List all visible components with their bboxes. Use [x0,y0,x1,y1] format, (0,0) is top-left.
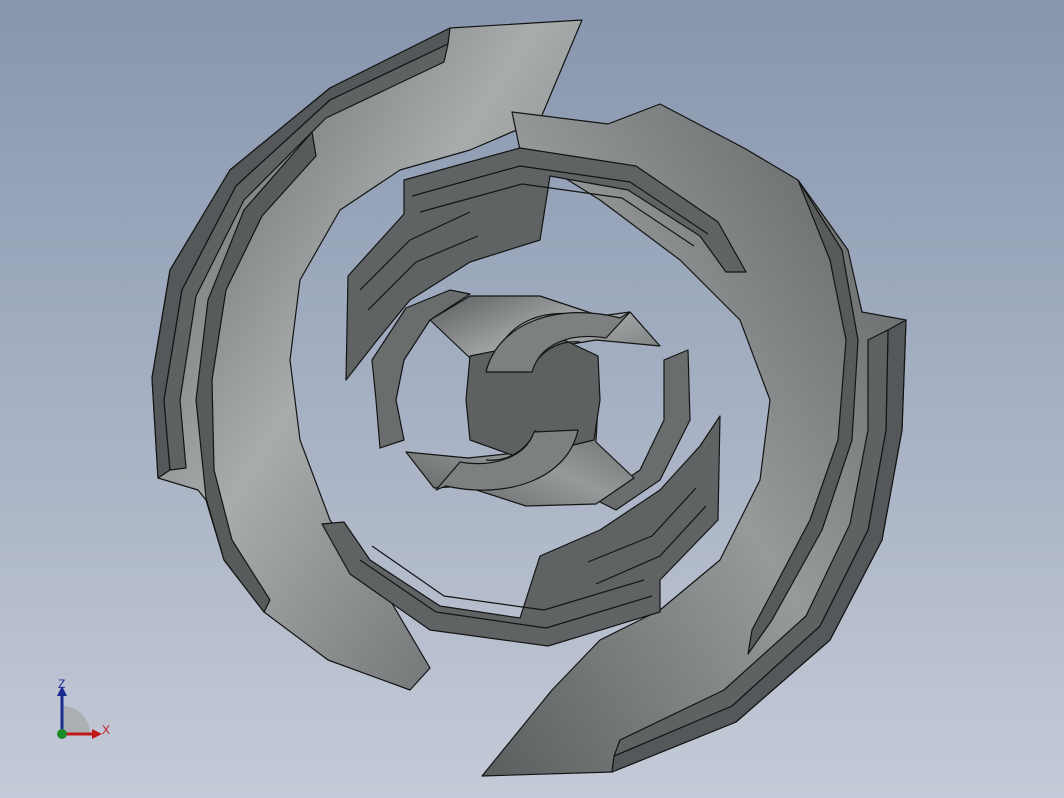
z-axis-label: Z [58,677,66,691]
x-axis-label: X [102,723,111,737]
y-axis-dot [57,729,67,739]
triad-plane-shading [62,706,90,734]
coordinate-triad: Z X [48,672,128,752]
x-axis-arrow [92,729,102,739]
graphics-viewport[interactable]: Z X [0,0,1064,798]
viewport-canvas[interactable] [0,0,1064,798]
